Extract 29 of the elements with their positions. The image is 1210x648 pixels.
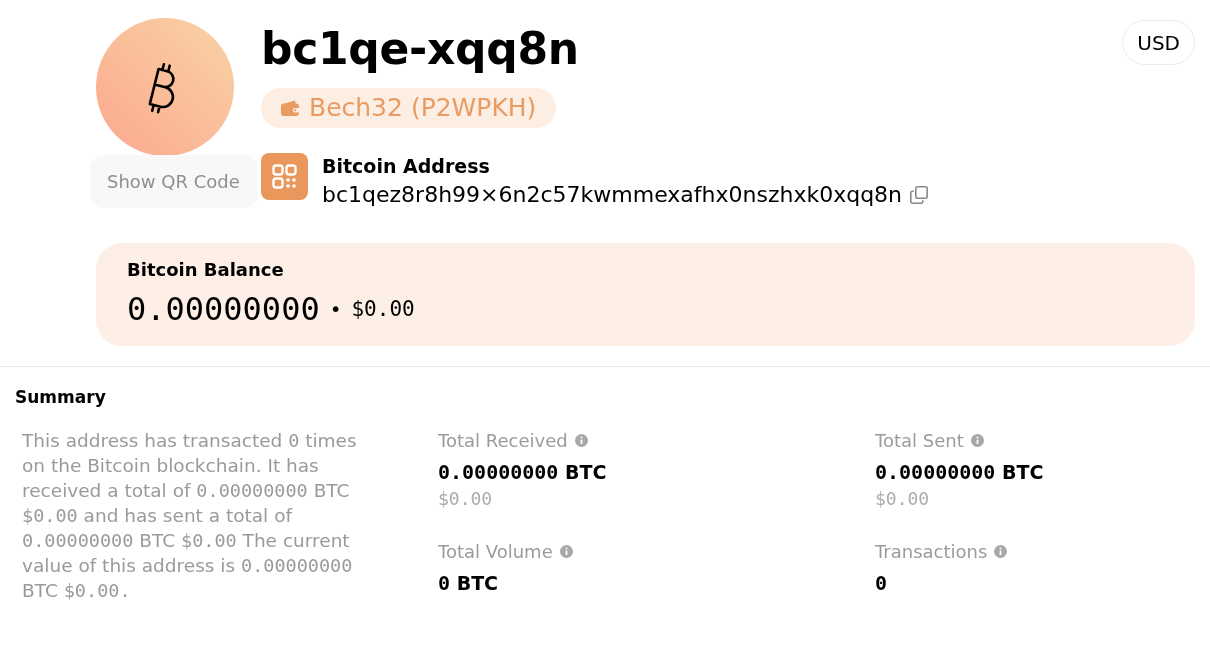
stat-fiat-value: $0.00	[438, 487, 493, 511]
wallet-icon	[281, 100, 299, 116]
summary-text: This address has transacted 0 times on the Bitcoin blockchain. It has received a total of 0.00000000 BTC $0.00 and has sent a total of 0.00000000 BTC $0.00 The current value of this address is 0.00000000 BTC $0.00.	[22, 429, 358, 603]
info-icon[interactable]	[559, 544, 573, 558]
stat-label: Transactions	[875, 539, 988, 564]
address-value: bc1qez8r8h99×6n2c57kwmmexafhx0nszhxk0xqq8n	[322, 181, 903, 209]
summary-heading: Summary	[15, 386, 106, 408]
currency-button[interactable]: USD	[1122, 20, 1195, 65]
address-type-badge: Bech32 (P2WPKH)	[261, 88, 557, 128]
separator-dot: •	[329, 296, 342, 323]
balance-fiat: $0.00	[351, 296, 415, 323]
stat-label: Total Volume	[438, 539, 553, 564]
address-label: Bitcoin Address	[322, 154, 490, 179]
stat-label: Total Received	[438, 429, 568, 453]
info-icon[interactable]	[574, 434, 588, 447]
stat-value: 0	[875, 570, 888, 596]
balance-label: Bitcoin Balance	[127, 258, 284, 282]
stat-value: 0 BTC	[438, 570, 499, 596]
stat-value: 0.00000000 BTC	[875, 460, 1044, 485]
qr-code-icon	[261, 153, 308, 200]
copy-icon[interactable]	[910, 186, 929, 204]
bitcoin-icon	[96, 18, 234, 156]
stat-value: 0.00000000 BTC	[438, 460, 607, 485]
address-title: bc1qe-xqq8n	[261, 22, 579, 75]
info-icon[interactable]	[970, 434, 984, 447]
balance-amount: 0.00000000	[127, 289, 320, 329]
stat-label: Total Sent	[875, 429, 964, 453]
stat-fiat-value: $0.00	[875, 487, 930, 511]
info-icon[interactable]	[994, 544, 1008, 558]
